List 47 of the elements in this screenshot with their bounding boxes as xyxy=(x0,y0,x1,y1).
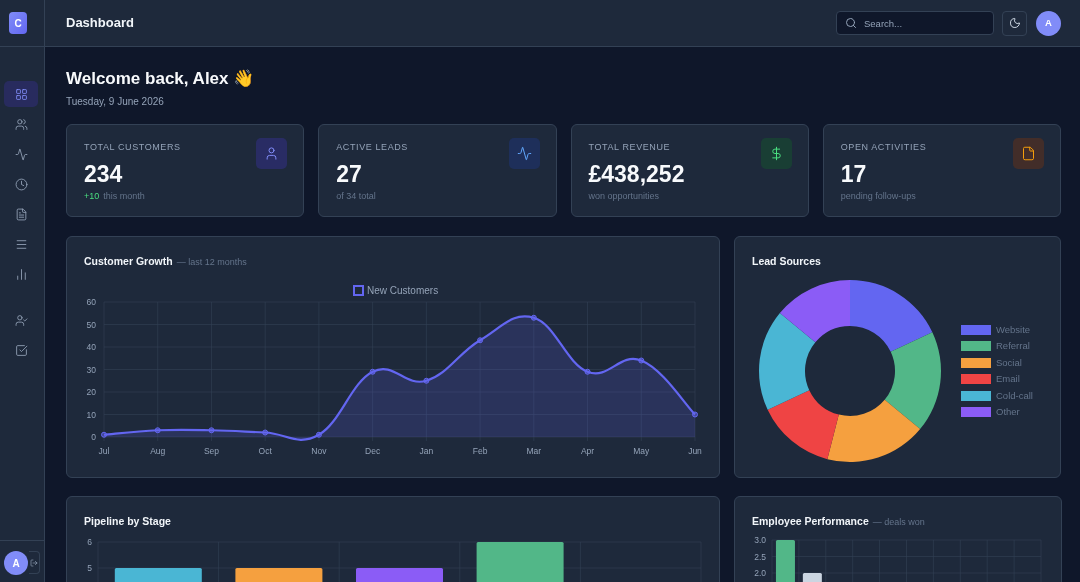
axis-label: 10 xyxy=(86,409,96,420)
card-title: Pipeline by Stage xyxy=(84,514,171,529)
card-title: Employee Performance xyxy=(752,514,869,529)
axis-label: 0 xyxy=(91,431,96,442)
axis-label: Jul xyxy=(98,445,110,456)
axis-label: 60 xyxy=(86,296,96,307)
card-subtitle: — deals won xyxy=(872,516,925,529)
stat-note: this month xyxy=(103,189,145,203)
card-title: Customer Growth xyxy=(84,254,173,269)
stat-label: ACTIVE LEADS xyxy=(336,141,408,154)
card-subtitle: — last 12 months xyxy=(176,256,247,269)
stat-note: pending follow-ups xyxy=(840,189,916,203)
axis-label: 20 xyxy=(86,386,96,397)
axis-label: 5 xyxy=(87,562,92,573)
axis-label: Apr xyxy=(580,445,595,456)
axis-label: 2.0 xyxy=(754,567,766,578)
stat-value: £438,252 xyxy=(588,160,686,187)
axis-label: Jun xyxy=(688,445,702,456)
stat-note: won opportunities xyxy=(588,189,660,203)
welcome-heading: Welcome back, Alex 👋 xyxy=(66,68,256,90)
axis-label: Nov xyxy=(311,445,327,456)
stat-label: TOTAL REVENUE xyxy=(588,141,671,154)
stat-value: 17 xyxy=(840,160,868,187)
axis-label: Oct xyxy=(258,445,272,456)
axis-label: Mar xyxy=(526,445,542,456)
stat-value: 27 xyxy=(336,160,363,187)
axis-label: Jan xyxy=(419,445,434,456)
page-title: Dashboard xyxy=(66,14,134,33)
axis-label: 6 xyxy=(87,536,92,547)
stat-label: TOTAL CUSTOMERS xyxy=(84,141,181,154)
axis-label: 30 xyxy=(86,364,96,375)
axis-label: Sep xyxy=(203,445,219,456)
axis-label: 40 xyxy=(86,341,96,352)
axis-label: 3.0 xyxy=(754,534,766,545)
axis-label: 2.5 xyxy=(754,551,766,562)
stat-note: of 34 total xyxy=(336,189,376,203)
axis-label: Feb xyxy=(472,445,488,456)
card-title: Lead Sources xyxy=(752,254,821,269)
axis-label: Dec xyxy=(365,445,381,456)
stat-delta: +10 xyxy=(84,189,100,203)
date-text: Tuesday, 9 June 2026 xyxy=(66,95,165,109)
stat-label: OPEN ACTIVITIES xyxy=(840,141,927,154)
axis-label: Aug xyxy=(150,445,166,456)
axis-label: 50 xyxy=(86,319,96,330)
legend-label: New Customers xyxy=(367,284,439,296)
stat-value: 234 xyxy=(84,160,124,187)
axis-label: May xyxy=(633,445,650,456)
